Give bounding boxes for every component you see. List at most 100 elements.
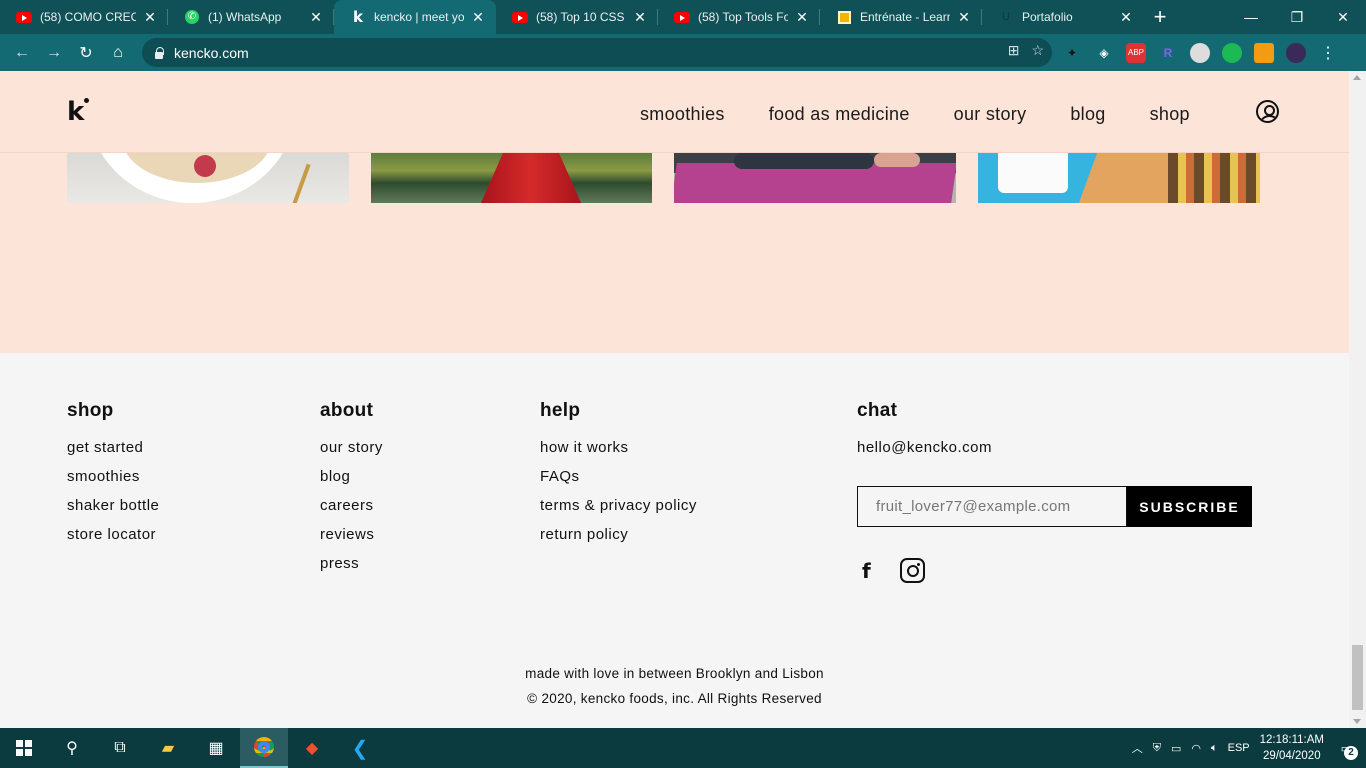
kencko-icon: k	[353, 7, 363, 26]
translate-icon[interactable]: ⊞	[1008, 42, 1020, 59]
scrollbar-thumb[interactable]	[1352, 645, 1363, 710]
instagram-icon[interactable]	[900, 558, 925, 583]
site-footer: shop get started smoothies shaker bottle…	[0, 353, 1349, 728]
git-icon[interactable]: ◆	[288, 728, 336, 768]
close-window-icon[interactable]: ✕	[1320, 0, 1366, 34]
home-icon[interactable]: ⌂	[102, 37, 134, 69]
page-scrollbar[interactable]	[1349, 71, 1366, 728]
browser-tab-active[interactable]: k kencko | meet you ✕	[334, 0, 496, 34]
footer-link[interactable]: how it works	[540, 439, 697, 468]
account-icon[interactable]	[1256, 100, 1279, 123]
task-view-icon[interactable]: ⧉	[96, 728, 144, 768]
tab-title: Portafolio	[1022, 10, 1073, 24]
back-icon[interactable]: ←	[6, 37, 38, 69]
search-icon[interactable]: ⚲	[48, 728, 96, 768]
extension-icon[interactable]: ABP	[1126, 42, 1146, 63]
main-nav: smoothies food as medicine our story blo…	[640, 104, 1190, 125]
start-button[interactable]	[0, 728, 48, 768]
footer-link[interactable]: FAQs	[540, 468, 697, 497]
forward-icon[interactable]: →	[38, 37, 70, 69]
extension-icon[interactable]: ◈	[1094, 43, 1114, 63]
newsletter-email-input[interactable]	[857, 486, 1127, 527]
system-tray: ︿ ⛨ ▭ ◠ 🔈︎ ESP 12:18:11:AM 29/04/2020 ▭2	[1132, 728, 1366, 768]
footer-heading: help	[540, 400, 581, 421]
close-tab-icon[interactable]: ✕	[308, 9, 324, 25]
nav-food-as-medicine[interactable]: food as medicine	[769, 104, 910, 125]
footer-link[interactable]: store locator	[67, 526, 159, 555]
chevron-up-icon[interactable]: ︿	[1132, 740, 1143, 756]
vscode-icon[interactable]: ❮	[336, 728, 384, 768]
file-explorer-icon[interactable]: ▰	[144, 728, 192, 768]
windows-taskbar: ⚲ ⧉ ▰ ▦ ◆ ❮ ︿ ⛨ ▭ ◠ 🔈︎ ESP 12:18:11:AM 2…	[0, 728, 1366, 768]
new-tab-button[interactable]: +	[1144, 0, 1176, 34]
nav-our-story[interactable]: our story	[954, 104, 1027, 125]
reload-icon[interactable]: ↻	[70, 37, 102, 69]
footer-heading: chat	[857, 400, 898, 421]
footer-link[interactable]: shaker bottle	[67, 497, 159, 526]
scroll-up-icon[interactable]	[1353, 75, 1361, 80]
close-tab-icon[interactable]: ✕	[794, 9, 810, 25]
close-tab-icon[interactable]: ✕	[470, 9, 486, 25]
browser-tab[interactable]: U Portafolio ✕	[982, 0, 1144, 34]
extension-icon[interactable]	[1222, 42, 1242, 63]
footer-link[interactable]: our story	[320, 439, 383, 468]
card-image-yoga-mat[interactable]	[674, 153, 956, 203]
footer-link[interactable]: return policy	[540, 526, 697, 555]
page-icon: U	[1002, 11, 1010, 23]
store-icon[interactable]: ▦	[192, 728, 240, 768]
nav-blog[interactable]: blog	[1070, 104, 1105, 125]
address-bar[interactable]: kencko.com ⊞ ☆	[142, 38, 1052, 67]
close-tab-icon[interactable]: ✕	[632, 9, 648, 25]
language-indicator[interactable]: ESP	[1228, 742, 1250, 754]
subscribe-button[interactable]: SUBSCRIBE	[1127, 486, 1252, 527]
close-tab-icon[interactable]: ✕	[956, 9, 972, 25]
browser-tab[interactable]: ✆ (1) WhatsApp ✕	[168, 0, 334, 34]
footer-link[interactable]: careers	[320, 497, 383, 526]
browser-tab[interactable]: (58) COMO CRECE ✕	[0, 0, 168, 34]
close-tab-icon[interactable]: ✕	[142, 9, 158, 25]
kencko-logo[interactable]: k	[67, 98, 89, 125]
chrome-icon[interactable]	[240, 728, 288, 768]
menu-kebab-icon[interactable]: ⋮	[1318, 43, 1338, 63]
wifi-icon[interactable]: ◠	[1191, 742, 1201, 755]
restore-icon[interactable]: ❐	[1274, 0, 1320, 34]
close-tab-icon[interactable]: ✕	[1118, 9, 1134, 25]
card-image-kencko-box[interactable]	[978, 153, 1260, 203]
url-text: kencko.com	[174, 44, 249, 61]
battery-icon[interactable]: ▭	[1171, 742, 1181, 755]
extension-icon[interactable]: R	[1158, 43, 1178, 63]
footer-link[interactable]: smoothies	[67, 468, 159, 497]
window-controls: — ❐ ✕	[1228, 0, 1366, 34]
nav-smoothies[interactable]: smoothies	[640, 104, 725, 125]
extension-icon[interactable]	[1254, 42, 1274, 63]
footer-link[interactable]: reviews	[320, 526, 383, 555]
tab-title: (58) COMO CRECE	[40, 10, 136, 24]
volume-icon[interactable]: 🔈︎	[1211, 742, 1218, 755]
browser-tab[interactable]: (58) Top Tools For ✕	[658, 0, 820, 34]
browser-tab[interactable]: (58) Top 10 CSS Tr ✕	[496, 0, 658, 34]
card-image-breakfast-bowl[interactable]	[67, 153, 349, 203]
footer-link[interactable]: terms & privacy policy	[540, 497, 697, 526]
extension-icon[interactable]	[1190, 42, 1210, 63]
footer-heading: about	[320, 400, 374, 421]
minimize-icon[interactable]: —	[1228, 0, 1274, 34]
extensions-area: ✦ ◈ ABP R ⋮	[1062, 34, 1338, 71]
browser-tab[interactable]: Entrénate - Learnir ✕	[820, 0, 982, 34]
youtube-icon	[512, 9, 528, 25]
notification-center-icon[interactable]: ▭2	[1334, 736, 1358, 760]
profile-avatar[interactable]	[1286, 42, 1306, 63]
card-image-woman-red-dress[interactable]	[371, 153, 652, 203]
footer-link[interactable]: press	[320, 555, 383, 584]
nav-shop[interactable]: shop	[1150, 104, 1190, 125]
copyright-line: © 2020, kencko foods, inc. All Rights Re…	[527, 691, 822, 706]
footer-link[interactable]: get started	[67, 439, 159, 468]
extension-icon[interactable]: ✦	[1062, 43, 1082, 63]
bookmark-star-icon[interactable]: ☆	[1031, 42, 1044, 59]
facebook-icon[interactable]: f	[862, 559, 876, 583]
defender-icon[interactable]: ⛨	[1153, 742, 1161, 755]
chat-email-link[interactable]: hello@kencko.com	[857, 439, 992, 468]
scroll-down-icon[interactable]	[1353, 719, 1361, 724]
google-classroom-icon	[836, 9, 852, 25]
clock[interactable]: 12:18:11:AM 29/04/2020	[1260, 732, 1324, 764]
footer-link[interactable]: blog	[320, 468, 383, 497]
